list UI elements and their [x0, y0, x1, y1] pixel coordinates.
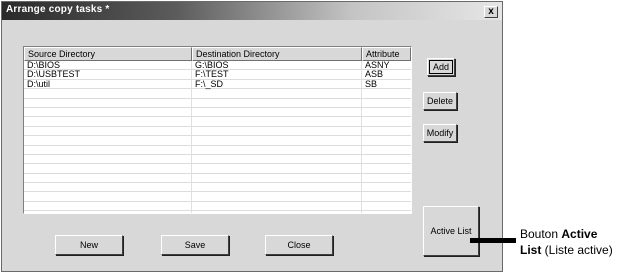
table-row[interactable]: [24, 146, 411, 155]
table-row[interactable]: [24, 183, 411, 193]
table-row[interactable]: [24, 89, 411, 99]
close-button[interactable]: Close: [265, 235, 333, 255]
callout-bold-list: List: [520, 243, 542, 257]
table-row[interactable]: [24, 108, 411, 118]
window-title: Arrange copy tasks *: [6, 4, 110, 15]
callout-bold-active: Active: [561, 227, 598, 241]
table-row[interactable]: [24, 174, 411, 184]
column-header-destination[interactable]: Destination Directory: [192, 47, 362, 61]
callout-prefix: Bouton: [520, 227, 562, 241]
callout-text: Bouton Active List (Liste active): [520, 226, 613, 258]
table-row[interactable]: [24, 164, 411, 174]
add-button[interactable]: Add: [427, 58, 455, 76]
arrange-copy-tasks-dialog: Arrange copy tasks * x Source Directory …: [1, 1, 503, 272]
callout-line: [470, 238, 516, 243]
cell-attribute: SB: [365, 78, 378, 89]
table-row[interactable]: D:\util F:\_SD SB: [24, 78, 411, 90]
new-button[interactable]: New: [55, 235, 123, 255]
table-row[interactable]: [24, 117, 411, 127]
cell-source: D:\util: [27, 78, 51, 89]
table-row[interactable]: [24, 192, 411, 202]
modify-button[interactable]: Modify: [423, 124, 457, 142]
active-list-button[interactable]: Active List: [423, 206, 479, 256]
callout-suffix: (Liste active): [541, 243, 613, 257]
cell-destination: F:\_SD: [195, 78, 224, 89]
table-row[interactable]: [24, 155, 411, 165]
table-body: D:\BIOS G:\BIOS ASNY D:\USBTEST F:\TEST ASB D:…: [24, 61, 411, 212]
table-row[interactable]: [24, 202, 411, 212]
column-header-source[interactable]: Source Directory: [24, 47, 192, 61]
save-button[interactable]: Save: [161, 235, 229, 255]
table-row[interactable]: [24, 99, 411, 108]
table-row[interactable]: [24, 136, 411, 146]
column-header-attribute[interactable]: Attribute: [362, 47, 411, 61]
table-row[interactable]: [24, 127, 411, 137]
close-window-button[interactable]: x: [484, 6, 498, 18]
delete-button[interactable]: Delete: [423, 92, 457, 110]
table-header: Source Directory Destination Directory A…: [24, 47, 411, 61]
title-bar[interactable]: Arrange copy tasks * x: [2, 2, 502, 20]
copy-tasks-table: Source Directory Destination Directory A…: [23, 46, 412, 214]
